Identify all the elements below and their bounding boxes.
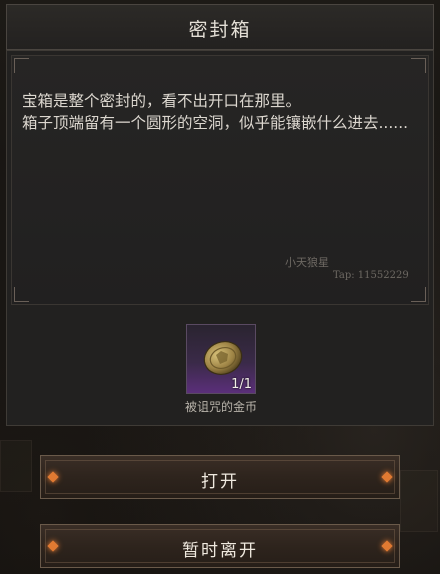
open-button-label: 打开 (201, 472, 239, 492)
corner-ornament (14, 58, 29, 73)
dialog-title: 密封箱 (188, 19, 252, 41)
corner-ornament (14, 287, 29, 302)
open-button[interactable]: 打开 (40, 455, 400, 499)
item-slot[interactable]: 1/1 (186, 324, 256, 394)
dialog-description: 宝箱是整个密封的，看不出开口在那里。 箱子顶端留有一个圆形的空洞，似乎能镶嵌什么… (22, 92, 409, 132)
leave-button-label: 暂时离开 (182, 541, 258, 561)
background-stone (0, 440, 32, 492)
watermark-tap-id: Tap: 11552229 (333, 270, 409, 281)
game-scene: 密封箱 宝箱是整个密封的，看不出开口在那里。 箱子顶端留有一个圆形的空洞，似乎能… (0, 0, 440, 574)
watermark-name: 小天狼星 (285, 256, 329, 269)
item-name: 被诅咒的金币 (184, 400, 257, 414)
background-stone (400, 470, 438, 532)
corner-ornament (411, 58, 426, 73)
corner-ornament (411, 287, 426, 302)
leave-button[interactable]: 暂时离开 (40, 524, 400, 568)
cursed-gold-coin-icon (203, 341, 243, 375)
dialog-title-bar: 密封箱 (6, 4, 434, 50)
item-count: 1/1 (231, 377, 252, 392)
